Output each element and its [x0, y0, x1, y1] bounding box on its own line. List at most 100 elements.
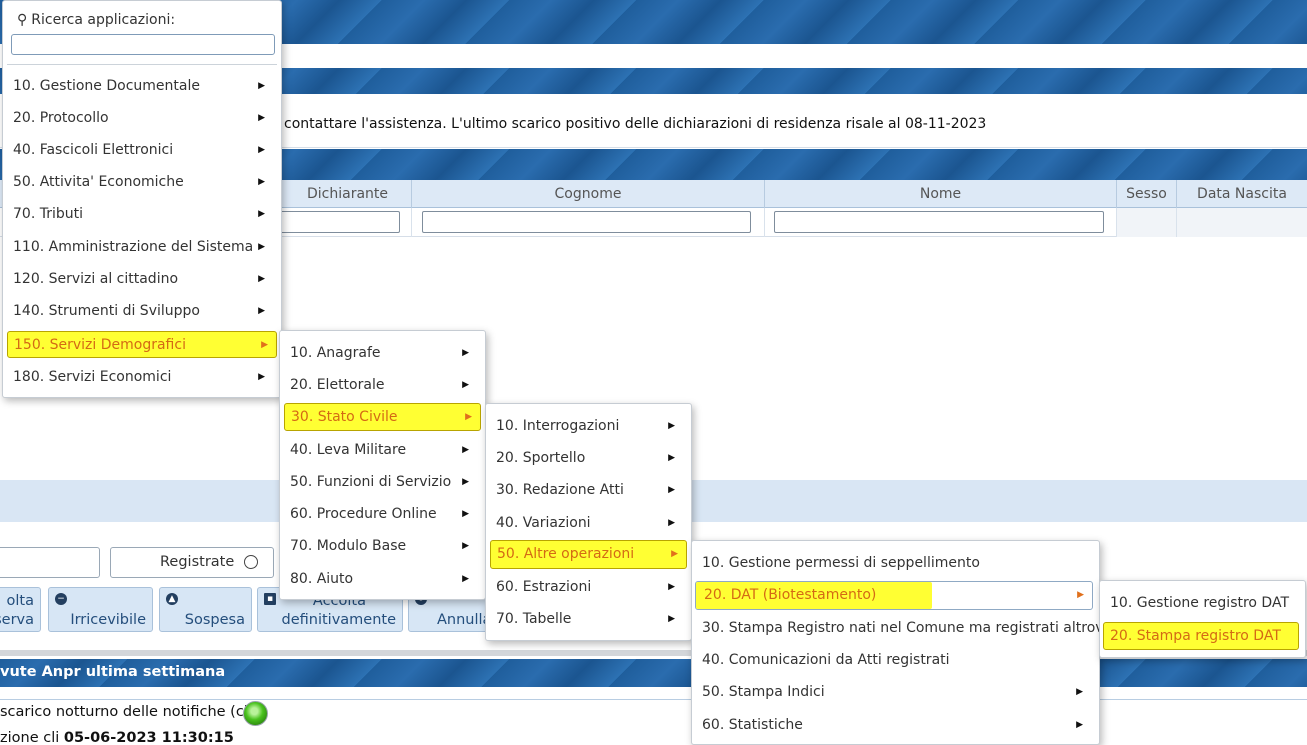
accolta-riserva-button[interactable]: olta serva [0, 587, 41, 632]
submenu-arrow-icon: ▶ [462, 380, 469, 390]
submenu-arrow-icon: ▶ [258, 177, 265, 187]
menu-item-label: 10. Gestione Documentale [13, 78, 200, 94]
menu-item-label: 150. Servizi Demografici [14, 337, 186, 353]
filter-dichiarante-input[interactable] [280, 211, 400, 233]
menu-item-modulo-base[interactable]: 70. Modulo Base ▶ [280, 533, 485, 559]
submenu-arrow-icon: ▶ [258, 242, 265, 252]
menu-item-strumenti-sviluppo[interactable]: 140. Strumenti di Sviluppo ▶ [3, 298, 281, 324]
menu-item-label: 50. Funzioni di Servizio [290, 474, 452, 490]
submenu-arrow-icon: ▶ [1076, 687, 1083, 697]
search-icon: ⚲ [17, 12, 28, 28]
irricevibile-label: Irricevibile [70, 612, 146, 628]
column-header-dichiarante[interactable]: Dichiarante [284, 180, 412, 208]
status-ok-icon [243, 701, 268, 726]
section-title-band: vute Anpr ultima settimana [0, 659, 1307, 687]
menu-item-estrazioni[interactable]: 60. Estrazioni ▶ [486, 574, 691, 600]
submenu-arrow-icon: ▶ [462, 477, 469, 487]
submenu-arrow-icon: ▶ [465, 412, 472, 422]
radio-registrate[interactable]: Registrate [110, 547, 274, 578]
menu-item-label: 30. Stampa Registro nati nel Comune ma r… [702, 620, 1113, 636]
footer-line-1: scarico notturno delle notifiche (cli) [0, 704, 258, 720]
column-header-cognome[interactable]: Cognome [412, 180, 765, 208]
search-label-text: Ricerca applicazioni: [31, 12, 176, 28]
accolta-def-line2: definitivamente [281, 612, 397, 628]
radio-circle-icon[interactable] [244, 555, 258, 569]
submenu-arrow-icon: ▶ [668, 485, 675, 495]
menu-item-statistiche[interactable]: 60. Statistiche ▶ [692, 712, 1099, 738]
submenu-arrow-icon: ▶ [668, 453, 675, 463]
menu-item-label: 70. Modulo Base [290, 538, 407, 554]
submenu-arrow-icon: ▶ [462, 574, 469, 584]
submenu-arrow-icon: ▶ [462, 445, 469, 455]
menu-item-servizi-economici[interactable]: 180. Servizi Economici ▶ [3, 364, 281, 390]
submenu-arrow-icon: ▶ [1076, 720, 1083, 730]
column-header-data-nascita[interactable]: Data Nascita [1177, 180, 1307, 208]
search-input[interactable] [11, 34, 275, 55]
sospesa-button[interactable]: ▲ Sospesa [159, 587, 252, 632]
minus-circle-icon: − [55, 593, 67, 605]
menu-item-variazioni[interactable]: 40. Variazioni ▶ [486, 510, 691, 536]
column-header-nome[interactable]: Nome [765, 180, 1117, 208]
submenu-arrow-icon: ▶ [258, 306, 265, 316]
filter-cell-dichiarante [280, 208, 412, 237]
menu-item-tributi[interactable]: 70. Tributi ▶ [3, 201, 281, 227]
irricevibile-button[interactable]: − Irricevibile [48, 587, 153, 632]
submenu-arrow-icon: ▶ [668, 421, 675, 431]
menu-item-servizi-demografici[interactable]: 150. Servizi Demografici ▶ [7, 331, 277, 358]
menu-item-servizi-cittadino[interactable]: 120. Servizi al cittadino ▶ [3, 266, 281, 292]
filter-cell-data-nascita [1177, 208, 1307, 237]
menu-item-leva-militare[interactable]: 40. Leva Militare ▶ [280, 437, 485, 463]
menu-item-label: 30. Redazione Atti [496, 482, 624, 498]
menu-separator [7, 64, 277, 65]
menu-item-permessi-seppellimento[interactable]: 10. Gestione permessi di seppellimento [692, 550, 1099, 576]
servizi-demografici-submenu: 10. Anagrafe ▶ 20. Elettorale ▶ 30. Stato … [279, 330, 486, 600]
menu-item-label: 40. Fascicoli Elettronici [13, 142, 174, 158]
arrow-up-circle-icon: ▲ [166, 593, 178, 605]
menu-item-aiuto[interactable]: 80. Aiuto ▶ [280, 566, 485, 592]
menu-item-elettorale[interactable]: 20. Elettorale ▶ [280, 372, 485, 398]
filter-cognome-input[interactable] [422, 211, 751, 233]
menu-item-label: 70. Tabelle [496, 611, 572, 627]
menu-item-funzioni-servizio[interactable]: 50. Funzioni di Servizio ▶ [280, 469, 485, 495]
menu-item-sportello[interactable]: 20. Sportello ▶ [486, 445, 691, 471]
radio-option-box[interactable] [0, 547, 100, 578]
menu-item-anagrafe[interactable]: 10. Anagrafe ▶ [280, 340, 485, 366]
menu-item-label: 40. Comunicazioni da Atti registrati [702, 652, 950, 668]
menu-item-interrogazioni[interactable]: 10. Interrogazioni ▶ [486, 413, 691, 439]
menu-item-label: 50. Attivita' Economiche [13, 174, 184, 190]
menu-item-tabelle[interactable]: 70. Tabelle ▶ [486, 606, 691, 632]
menu-item-procedure-online[interactable]: 60. Procedure Online ▶ [280, 501, 485, 527]
footer-line-2: zione cli 05-06-2023 11:30:15 [0, 730, 234, 745]
column-header-sesso[interactable]: Sesso [1117, 180, 1177, 208]
accolta-line2: serva [0, 612, 34, 628]
section-title: vute Anpr ultima settimana [0, 664, 226, 680]
menu-item-redazione-atti[interactable]: 30. Redazione Atti ▶ [486, 477, 691, 503]
filter-cell-nome [765, 208, 1117, 237]
menu-item-stampa-registro-dat[interactable]: 20. Stampa registro DAT [1103, 622, 1299, 650]
menu-item-gestione-registro-dat[interactable]: 10. Gestione registro DAT [1100, 590, 1305, 616]
submenu-arrow-icon: ▶ [258, 209, 265, 219]
menu-item-protocollo[interactable]: 20. Protocollo ▶ [3, 105, 281, 131]
menu-item-gestione-documentale[interactable]: 10. Gestione Documentale ▶ [3, 73, 281, 99]
filter-nome-input[interactable] [774, 211, 1104, 233]
menu-item-stato-civile[interactable]: 30. Stato Civile ▶ [284, 403, 481, 431]
menu-item-label: 30. Stato Civile [291, 409, 398, 425]
menu-item-label: 10. Gestione permessi di seppellimento [702, 555, 980, 571]
submenu-arrow-icon: ▶ [668, 518, 675, 528]
menu-item-label: 80. Aiuto [290, 571, 354, 587]
menu-item-label: 20. DAT (Biotestamento) [704, 587, 877, 603]
menu-item-attivita-economiche[interactable]: 50. Attivita' Economiche ▶ [3, 169, 281, 195]
menu-item-dat-biotestamento[interactable]: 20. DAT (Biotestamento) ▶ [695, 581, 1093, 610]
menu-item-label: 60. Estrazioni [496, 579, 592, 595]
dat-submenu: 10. Gestione registro DAT 20. Stampa reg… [1099, 580, 1306, 658]
footer-line-2-value: 05-06-2023 11:30:15 [63, 730, 234, 745]
menu-item-stampa-indici[interactable]: 50. Stampa Indici ▶ [692, 679, 1099, 705]
search-label: ⚲ Ricerca applicazioni: [17, 12, 175, 28]
menu-item-fascicoli-elettronici[interactable]: 40. Fascicoli Elettronici ▶ [3, 137, 281, 163]
menu-item-amministrazione-sistema[interactable]: 110. Amministrazione del Sistema ▶ [3, 234, 281, 260]
menu-item-label: 20. Elettorale [290, 377, 385, 393]
menu-item-altre-operazioni[interactable]: 50. Altre operazioni ▶ [490, 540, 687, 569]
menu-item-comunicazioni-atti[interactable]: 40. Comunicazioni da Atti registrati [692, 647, 1099, 673]
menu-item-stampa-registro-nati[interactable]: 30. Stampa Registro nati nel Comune ma r… [692, 615, 1112, 641]
annulla-label: Annulla [437, 612, 492, 628]
